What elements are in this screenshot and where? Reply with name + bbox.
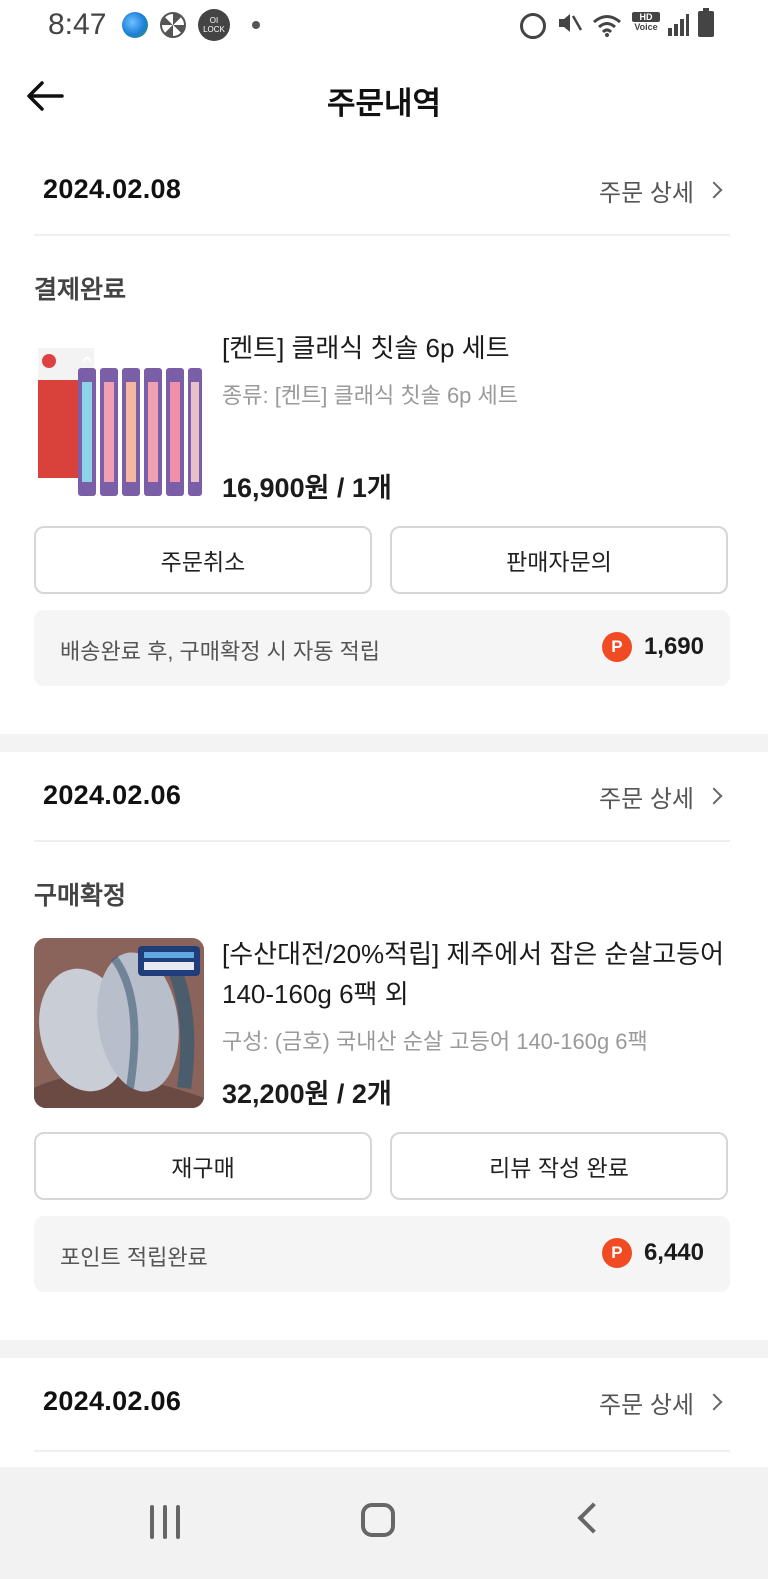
product-option: 구성: (금호) 국내산 순살 고등어 140-160g 6팩 <box>222 1029 648 1054</box>
divider <box>34 840 730 842</box>
chevron-right-icon <box>705 787 723 805</box>
order-detail-link[interactable]: 주문 상세 <box>599 1382 724 1422</box>
toothbrush-set-image[interactable] <box>34 332 204 502</box>
order-detail-label: 주문 상세 <box>599 1391 694 1419</box>
status-time: 8:47 <box>48 8 107 41</box>
order-card: 2024.02.06 주문 상세 <box>0 1358 768 1467</box>
product-option: 종류: [켄트] 클래식 칫솔 6p 세트 <box>222 383 519 408</box>
section-divider <box>0 1340 768 1358</box>
order-card: 2024.02.08 주문 상세 결제완료 [켄트] 클래식 칫솔 6p 세트 … <box>0 146 768 736</box>
order-date: 2024.02.08 <box>43 174 182 204</box>
globe-icon <box>122 12 148 38</box>
divider <box>34 234 730 236</box>
product-price: 16,900원 / 1개 <box>222 473 392 503</box>
point-amount-group: P 1,690 <box>601 632 704 662</box>
order-header: 2024.02.06 주문 상세 <box>0 1358 768 1448</box>
point-amount: 6,440 <box>643 1239 704 1266</box>
page-title: 주문내역 <box>326 86 442 121</box>
order-header: 2024.02.06 주문 상세 <box>0 752 768 842</box>
point-amount-group: P 6,440 <box>601 1238 704 1268</box>
divider <box>34 1450 730 1452</box>
point-info: 포인트 적립완료 P 6,440 <box>34 1216 730 1292</box>
order-card: 2024.02.06 주문 상세 구매확정 [수산대전/20%적립] 제주에서 … <box>0 752 768 1342</box>
back-icon[interactable] <box>577 1502 609 1534</box>
reorder-button[interactable]: 재구매 <box>34 1132 372 1200</box>
battery-icon <box>698 8 714 37</box>
product-name[interactable]: [수산대전/20%적립] 제주에서 잡은 순살고등어 140-160g 6팩 외 <box>222 934 732 1014</box>
wifi-icon <box>592 14 622 38</box>
order-status: 구매확정 <box>34 882 127 910</box>
chevron-right-icon <box>705 181 723 199</box>
order-detail-link[interactable]: 주문 상세 <box>599 170 724 210</box>
product-name[interactable]: [켄트] 클래식 칫솔 6p 세트 <box>222 328 732 368</box>
app-header: 주문내역 <box>0 60 768 134</box>
fan-icon <box>160 12 186 38</box>
recent-apps-icon[interactable] <box>148 1505 184 1539</box>
hd-voice-icon: HD Voice <box>632 12 660 32</box>
alarm-icon <box>520 13 546 39</box>
order-status: 결제완료 <box>34 276 127 304</box>
mackerel-image[interactable] <box>34 938 204 1108</box>
review-complete-button[interactable]: 리뷰 작성 완료 <box>390 1132 728 1200</box>
section-divider <box>0 734 768 752</box>
point-text: 배송완료 후, 구매확정 시 자동 적립 <box>60 639 381 664</box>
order-detail-label: 주문 상세 <box>599 179 694 207</box>
dot-icon <box>252 21 260 29</box>
order-date: 2024.02.06 <box>43 1386 182 1416</box>
point-amount: 1,690 <box>643 633 704 660</box>
home-icon[interactable] <box>361 1503 395 1537</box>
oilock-icon: OI LOCK <box>198 9 230 41</box>
product-price: 32,200원 / 2개 <box>222 1079 392 1109</box>
order-date: 2024.02.06 <box>43 780 182 810</box>
mute-icon <box>556 10 584 42</box>
cancel-order-button[interactable]: 주문취소 <box>34 526 372 594</box>
point-info: 배송완료 후, 구매확정 시 자동 적립 P 1,690 <box>34 610 730 686</box>
system-nav-bar <box>0 1467 768 1579</box>
order-detail-label: 주문 상세 <box>599 785 694 813</box>
signal-icon <box>666 14 690 36</box>
point-icon: P <box>601 632 632 662</box>
order-detail-link[interactable]: 주문 상세 <box>599 776 724 816</box>
status-bar: 8:47 OI LOCK HD Voice <box>0 0 768 52</box>
contact-seller-button[interactable]: 판매자문의 <box>390 526 728 594</box>
point-icon: P <box>601 1238 632 1268</box>
order-header: 2024.02.08 주문 상세 <box>0 146 768 236</box>
point-text: 포인트 적립완료 <box>60 1245 208 1270</box>
chevron-right-icon <box>705 1393 723 1411</box>
